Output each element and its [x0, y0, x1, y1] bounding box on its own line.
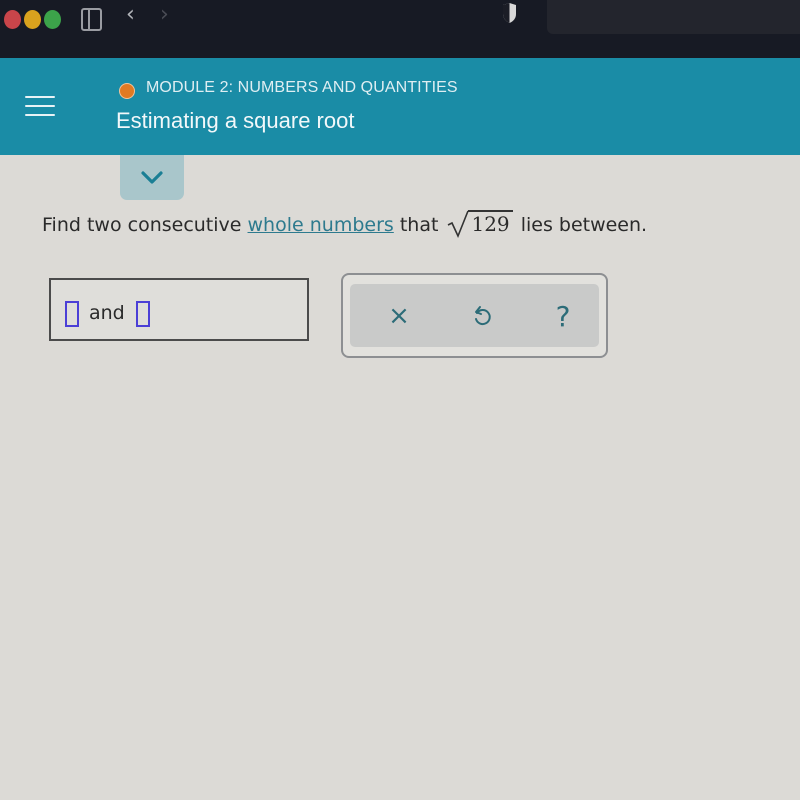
chevron-left-icon[interactable]: ‹ — [126, 4, 135, 26]
whole-numbers-link[interactable]: whole numbers — [248, 214, 394, 236]
answer-tools-bar: × ? — [350, 284, 599, 347]
lesson-title: Estimating a square root — [116, 108, 355, 133]
answer-tools-panel: × ? — [341, 273, 608, 358]
question-mark-icon: ? — [555, 299, 571, 333]
chevron-down-icon — [141, 171, 163, 184]
lesson-header: MODULE 2: NUMBERS AND QUANTITIES Estimat… — [0, 58, 800, 155]
browser-toolbar: ‹ › — [0, 0, 800, 58]
second-number-input[interactable] — [136, 301, 150, 327]
radicand: 129 — [468, 210, 513, 236]
close-icon: × — [388, 301, 410, 331]
question-prefix: Find two consecutive — [42, 214, 248, 236]
first-number-input[interactable] — [65, 301, 79, 327]
chevron-right-icon[interactable]: › — [160, 4, 169, 26]
window-close-button[interactable] — [4, 10, 21, 29]
question-suffix: lies between. — [514, 214, 648, 236]
sidebar-icon[interactable] — [81, 8, 102, 31]
window-minimize-button[interactable] — [24, 10, 41, 29]
module-label: MODULE 2: NUMBERS AND QUANTITIES — [146, 79, 458, 96]
and-label: and — [89, 302, 125, 324]
window-zoom-button[interactable] — [44, 10, 61, 29]
address-bar[interactable] — [547, 0, 800, 34]
question-middle: that — [393, 214, 445, 236]
menu-icon[interactable] — [25, 96, 55, 120]
question-text: Find two consecutive whole numbers that … — [42, 210, 648, 238]
collapse-header-button[interactable] — [120, 155, 184, 200]
undo-button[interactable] — [462, 300, 502, 332]
radical-sign-icon — [448, 210, 470, 238]
module-status-icon — [119, 83, 135, 99]
square-root-expression: 129 — [446, 210, 513, 238]
clear-button[interactable]: × — [379, 300, 419, 332]
undo-icon — [475, 306, 491, 326]
shield-icon[interactable] — [502, 2, 517, 24]
answer-box: and — [49, 278, 309, 341]
help-button[interactable]: ? — [543, 299, 583, 333]
